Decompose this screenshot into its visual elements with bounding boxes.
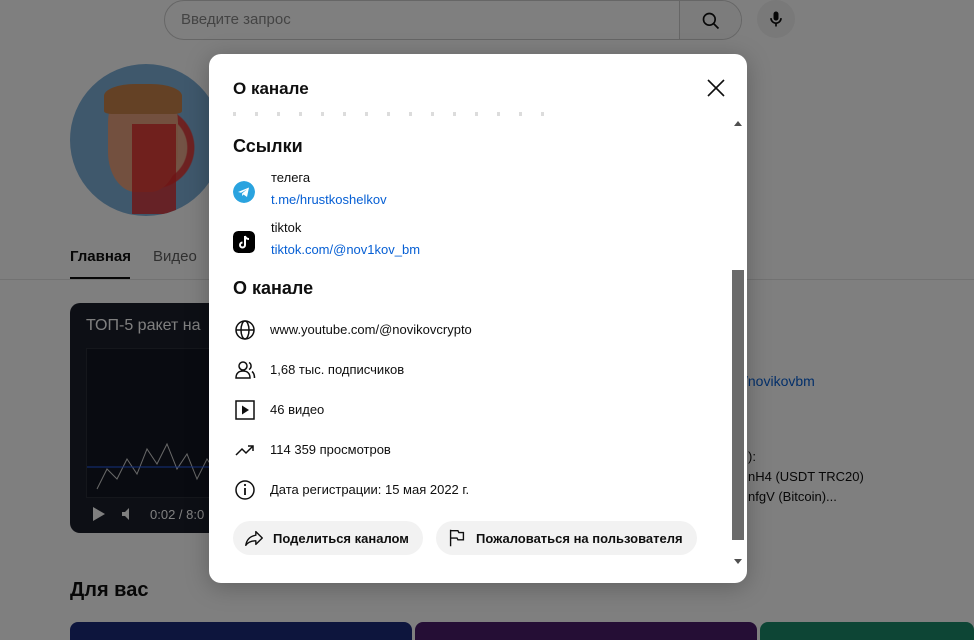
dialog-scrollbar[interactable] xyxy=(729,116,745,564)
scroll-up-arrow[interactable] xyxy=(734,121,742,126)
link-name: телега xyxy=(271,170,311,185)
join-date: Дата регистрации: 15 мая 2022 г. xyxy=(270,482,470,497)
link-item-telegram: телега t.me/hrustkoshelkov xyxy=(233,170,693,216)
globe-icon xyxy=(235,320,255,340)
info-url-row: www.youtube.com/@novikovcrypto xyxy=(233,318,693,342)
trending-up-icon xyxy=(235,445,254,456)
video-count: 46 видео xyxy=(270,402,325,417)
info-joined-row: Дата регистрации: 15 мая 2022 г. xyxy=(233,478,693,502)
report-user-button[interactable]: Пожаловаться на пользователя xyxy=(436,521,697,555)
report-label: Пожаловаться на пользователя xyxy=(476,530,683,546)
tiktok-icon xyxy=(233,231,255,253)
subscriber-count: 1,68 тыс. подписчиков xyxy=(270,362,405,377)
link-name: tiktok xyxy=(271,220,302,235)
links-heading: Ссылки xyxy=(233,136,303,156)
clipped-text-remnant xyxy=(233,112,563,116)
view-count: 114 359 просмотров xyxy=(270,442,391,457)
share-icon xyxy=(245,530,263,547)
share-label: Поделиться каналом xyxy=(273,530,409,546)
link-item-tiktok: tiktok tiktok.com/@nov1kov_bm xyxy=(233,220,693,266)
link-url[interactable]: tiktok.com/@nov1kov_bm xyxy=(271,242,420,257)
channel-url[interactable]: www.youtube.com/@novikovcrypto xyxy=(270,322,472,337)
link-url[interactable]: t.me/hrustkoshelkov xyxy=(271,192,387,207)
flag-icon xyxy=(449,529,465,547)
close-button[interactable] xyxy=(704,76,728,100)
about-channel-dialog: О канале Ссылки телега t.me/hrustkoshelk… xyxy=(209,54,747,583)
close-icon xyxy=(707,79,725,97)
info-icon xyxy=(235,480,255,500)
subscribers-icon xyxy=(235,361,256,379)
video-play-icon xyxy=(235,400,255,420)
dialog-title: О канале xyxy=(233,79,309,98)
share-channel-button[interactable]: Поделиться каналом xyxy=(233,521,423,555)
scrollbar-thumb[interactable] xyxy=(732,270,744,540)
info-videos-row: 46 видео xyxy=(233,398,693,422)
scroll-down-arrow[interactable] xyxy=(734,559,742,564)
about-heading: О канале xyxy=(233,278,314,298)
info-views-row: 114 359 просмотров xyxy=(233,438,693,462)
telegram-icon xyxy=(233,181,255,203)
info-subscribers-row: 1,68 тыс. подписчиков xyxy=(233,358,693,382)
